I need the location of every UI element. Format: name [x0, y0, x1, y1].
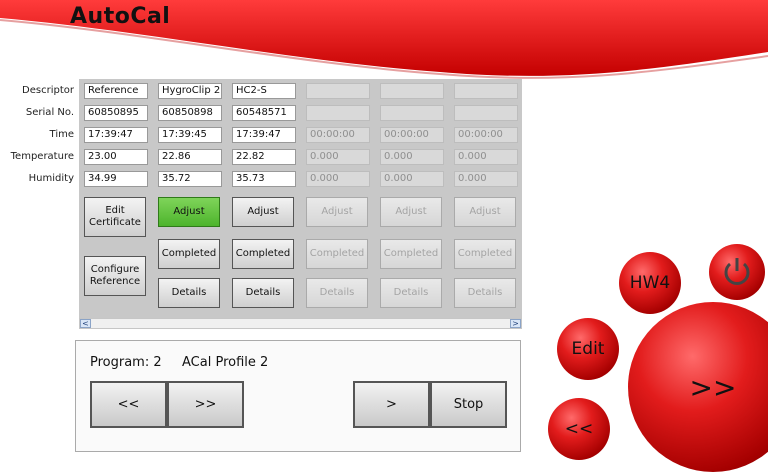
probe-serial-field[interactable]: 60850895 [84, 105, 148, 121]
back-button[interactable]: << [548, 398, 610, 460]
details-button[interactable]: Details [306, 278, 368, 308]
power-icon [724, 258, 750, 285]
details-button[interactable]: Details [454, 278, 516, 308]
completed-button[interactable]: Completed [454, 239, 516, 269]
probe-descriptor-field[interactable] [306, 83, 370, 99]
probe-temperature-field[interactable]: 0.000 [306, 149, 370, 165]
previous-step-button[interactable]: << [90, 381, 167, 428]
probe-time-field[interactable]: 17:39:47 [84, 127, 148, 143]
adjust-button[interactable]: Adjust [380, 197, 442, 227]
completed-button[interactable]: Completed [232, 239, 294, 269]
probe-time-field[interactable]: 00:00:00 [306, 127, 370, 143]
probe-temperature-field[interactable]: 22.82 [232, 149, 296, 165]
probe-humidity-field[interactable]: 35.73 [232, 171, 296, 187]
scroll-left-icon[interactable]: < [80, 319, 91, 328]
probe-humidity-field[interactable]: 0.000 [454, 171, 518, 187]
program-profile: ACal Profile 2 [182, 355, 269, 370]
horizontal-scrollbar[interactable]: < > [79, 318, 522, 329]
probe-humidity-field[interactable]: 0.000 [306, 171, 370, 187]
probe-descriptor-field[interactable] [454, 83, 518, 99]
adjust-button[interactable]: Adjust [232, 197, 294, 227]
row-label-temperature: Temperature [10, 151, 74, 162]
adjust-button[interactable]: Adjust [306, 197, 368, 227]
next-step-button[interactable]: >> [167, 381, 244, 428]
app-title: AutoCal [70, 4, 171, 29]
probe-temperature-field[interactable]: 23.00 [84, 149, 148, 165]
probe-time-field[interactable]: 00:00:00 [454, 127, 518, 143]
hw-button[interactable]: HW4 [619, 252, 681, 314]
stop-button[interactable]: Stop [430, 381, 507, 428]
next-button[interactable]: > [353, 381, 430, 428]
adjust-button[interactable]: Adjust [454, 197, 516, 227]
probe-serial-field[interactable] [454, 105, 518, 121]
probe-temperature-field[interactable]: 0.000 [454, 149, 518, 165]
probe-serial-field[interactable] [306, 105, 370, 121]
row-label-humidity: Humidity [28, 173, 74, 184]
probe-time-field[interactable]: 17:39:47 [232, 127, 296, 143]
program-number: Program: 2 [90, 355, 162, 370]
probe-descriptor-field[interactable]: HygroClip 2 [158, 83, 222, 99]
completed-button[interactable]: Completed [158, 239, 220, 269]
configure-reference-button[interactable]: Configure Reference [84, 256, 146, 296]
row-label-time: Time [49, 129, 74, 140]
power-button[interactable] [709, 244, 765, 300]
details-button[interactable]: Details [158, 278, 220, 308]
probe-time-field[interactable]: 17:39:45 [158, 127, 222, 143]
details-button[interactable]: Details [380, 278, 442, 308]
probe-serial-field[interactable] [380, 105, 444, 121]
probe-descriptor-field[interactable]: Reference [84, 83, 148, 99]
row-label-descriptor: Descriptor [22, 85, 74, 96]
completed-button[interactable]: Completed [306, 239, 368, 269]
probe-serial-field[interactable]: 60548571 [232, 105, 296, 121]
probe-humidity-field[interactable]: 0.000 [380, 171, 444, 187]
adjust-button[interactable]: Adjust [158, 197, 220, 227]
probe-time-field[interactable]: 00:00:00 [380, 127, 444, 143]
forward-big-button[interactable]: >> [628, 302, 768, 472]
probe-descriptor-field[interactable] [380, 83, 444, 99]
completed-button[interactable]: Completed [380, 239, 442, 269]
probe-humidity-field[interactable]: 34.99 [84, 171, 148, 187]
probe-temperature-field[interactable]: 22.86 [158, 149, 222, 165]
scroll-right-icon[interactable]: > [510, 319, 521, 328]
probe-descriptor-field[interactable]: HC2-S [232, 83, 296, 99]
probe-serial-field[interactable]: 60850898 [158, 105, 222, 121]
details-button[interactable]: Details [232, 278, 294, 308]
row-label-serial: Serial No. [25, 107, 74, 118]
edit-button[interactable]: Edit [557, 318, 619, 380]
probe-temperature-field[interactable]: 0.000 [380, 149, 444, 165]
probe-humidity-field[interactable]: 35.72 [158, 171, 222, 187]
edit-certificate-button[interactable]: Edit Certificate [84, 197, 146, 237]
